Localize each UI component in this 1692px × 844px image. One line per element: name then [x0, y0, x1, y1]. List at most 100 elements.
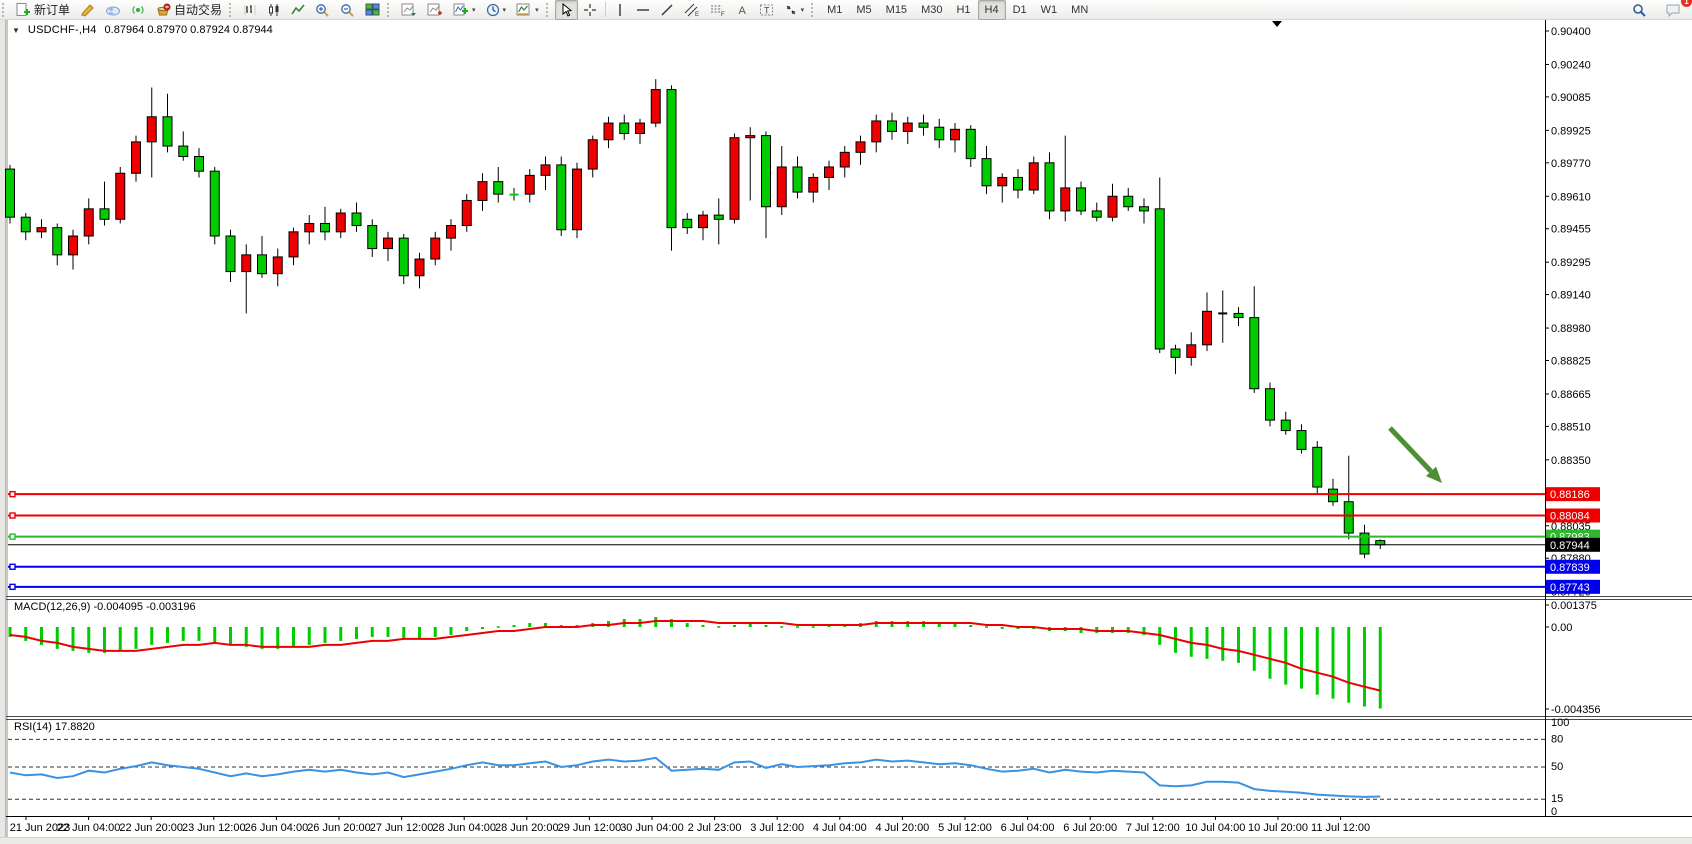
toolbar-grip[interactable] [811, 3, 818, 17]
svg-text:0.89140: 0.89140 [1551, 290, 1591, 302]
zoom-out-icon [340, 3, 355, 17]
svg-text:0.89770: 0.89770 [1551, 158, 1591, 170]
svg-text:29 Jun 12:00: 29 Jun 12:00 [558, 822, 622, 834]
bar-chart-button[interactable] [238, 0, 262, 20]
toolbar-grip[interactable] [546, 3, 553, 17]
clock-icon [486, 3, 500, 17]
timeframe-h1-button[interactable]: H1 [949, 0, 977, 20]
cursor-icon [560, 3, 573, 17]
indicators-button[interactable]: ▾ [448, 0, 481, 20]
svg-text:0.88350: 0.88350 [1551, 455, 1591, 467]
price-chart-canvas[interactable]: 0.904000.902400.900850.899250.897700.896… [0, 0, 1692, 844]
chart-shift-button[interactable] [422, 0, 448, 20]
indicators-icon [453, 3, 469, 17]
search-icon [1632, 3, 1647, 17]
line-chart-button[interactable] [286, 0, 310, 20]
svg-text:100: 100 [1551, 717, 1569, 729]
search-button[interactable] [1627, 0, 1652, 20]
zoom-out-button[interactable] [335, 0, 360, 20]
svg-text:22 Jun 04:00: 22 Jun 04:00 [57, 822, 121, 834]
chart-title-bar: ▼ USDCHF-,H4 0.87964 0.87970 0.87924 0.8… [12, 24, 273, 36]
timeframe-h4-button[interactable]: H4 [978, 0, 1006, 20]
svg-text:11 Jul 12:00: 11 Jul 12:00 [1311, 822, 1370, 834]
notifications-button[interactable]: 1 [1660, 0, 1686, 20]
timeframe-m1-button[interactable]: M1 [820, 0, 849, 20]
svg-text:28 Jun 04:00: 28 Jun 04:00 [432, 822, 496, 834]
svg-text:0.87839: 0.87839 [1550, 562, 1590, 574]
signal-icon [131, 3, 146, 17]
svg-text:0.88084: 0.88084 [1550, 511, 1590, 523]
tile-windows-button[interactable] [360, 0, 385, 20]
svg-text:T: T [764, 5, 770, 15]
zoom-in-button[interactable] [310, 0, 335, 20]
level-anchor-handle[interactable] [10, 584, 15, 589]
svg-text:28 Jun 20:00: 28 Jun 20:00 [495, 822, 559, 834]
toolbar-grip[interactable] [229, 3, 236, 17]
new-order-button[interactable]: 新订单 [11, 0, 75, 20]
arrows-tool-button[interactable]: ▾ [779, 0, 810, 20]
candlestick-chart-button[interactable] [262, 0, 286, 20]
chart-collapse-icon[interactable]: ▼ [12, 26, 20, 35]
level-anchor-handle[interactable] [10, 564, 15, 569]
chevron-down-icon: ▾ [472, 6, 476, 14]
new-chart-button[interactable] [396, 0, 422, 20]
templates-button[interactable]: ▾ [511, 0, 544, 20]
channel-tool-button[interactable]: E [679, 0, 705, 20]
svg-text:15: 15 [1551, 793, 1563, 805]
autotrade-button[interactable]: 自动交易 [151, 0, 227, 20]
timeframe-m30-button[interactable]: M30 [914, 0, 949, 20]
templates-icon [516, 3, 532, 17]
svg-text:4 Jul 20:00: 4 Jul 20:00 [875, 822, 929, 834]
market-watch-button[interactable] [100, 0, 126, 20]
chart-ohlc-values: 0.87964 0.87970 0.87924 0.87944 [105, 24, 273, 36]
timeframe-m5-button[interactable]: M5 [849, 0, 878, 20]
svg-text:0.001375: 0.001375 [1551, 600, 1597, 612]
svg-text:0.88980: 0.88980 [1551, 323, 1591, 335]
svg-text:23 Jun 12:00: 23 Jun 12:00 [182, 822, 246, 834]
toolbar-separator [605, 2, 606, 17]
text-label-icon: T [759, 3, 774, 17]
notification-badge: 1 [1681, 0, 1692, 7]
svg-text:0.88825: 0.88825 [1551, 355, 1591, 367]
svg-text:0.90400: 0.90400 [1551, 26, 1591, 38]
fibonacci-tool-button[interactable]: F [705, 0, 731, 20]
svg-text:7 Jul 12:00: 7 Jul 12:00 [1126, 822, 1180, 834]
cursor-tool-button[interactable] [555, 0, 578, 20]
level-anchor-handle[interactable] [10, 534, 15, 539]
styles-button[interactable] [75, 0, 100, 20]
timeframe-d1-button[interactable]: D1 [1006, 0, 1034, 20]
toolbar-grip[interactable] [387, 3, 394, 17]
vertical-line-icon [614, 3, 626, 17]
zoom-in-icon [315, 3, 330, 17]
chevron-down-icon: ▾ [503, 6, 507, 14]
label-tool-button[interactable]: T [754, 0, 779, 20]
timeframe-m15-button[interactable]: M15 [879, 0, 914, 20]
svg-text:A: A [738, 5, 746, 17]
new-chart-icon [401, 3, 417, 17]
svg-text:0.87944: 0.87944 [1550, 540, 1590, 552]
toolbar-grip[interactable] [2, 3, 9, 17]
crosshair-tool-button[interactable] [578, 0, 602, 20]
svg-text:E: E [695, 12, 699, 17]
text-icon: A [736, 3, 749, 17]
timeframe-w1-button[interactable]: W1 [1034, 0, 1065, 20]
signals-button[interactable] [126, 0, 151, 20]
timeframe-mn-button[interactable]: MN [1064, 0, 1095, 20]
svg-text:80: 80 [1551, 733, 1563, 745]
horizontal-line-tool-button[interactable] [631, 0, 655, 20]
text-tool-button[interactable]: A [731, 0, 754, 20]
svg-text:5 Jul 12:00: 5 Jul 12:00 [938, 822, 992, 834]
brush-icon [80, 3, 95, 17]
horizontal-line-icon [636, 3, 650, 17]
periods-button[interactable]: ▾ [481, 0, 512, 20]
svg-text:0.87743: 0.87743 [1550, 582, 1590, 594]
trendline-icon [660, 3, 674, 17]
svg-text:0.00: 0.00 [1551, 622, 1572, 634]
svg-text:F: F [721, 12, 725, 17]
svg-text:27 Jun 12:00: 27 Jun 12:00 [370, 822, 434, 834]
trendline-tool-button[interactable] [655, 0, 679, 20]
svg-text:4 Jul 04:00: 4 Jul 04:00 [813, 822, 867, 834]
vertical-line-tool-button[interactable] [609, 0, 631, 20]
level-anchor-handle[interactable] [10, 492, 15, 497]
level-anchor-handle[interactable] [10, 513, 15, 518]
